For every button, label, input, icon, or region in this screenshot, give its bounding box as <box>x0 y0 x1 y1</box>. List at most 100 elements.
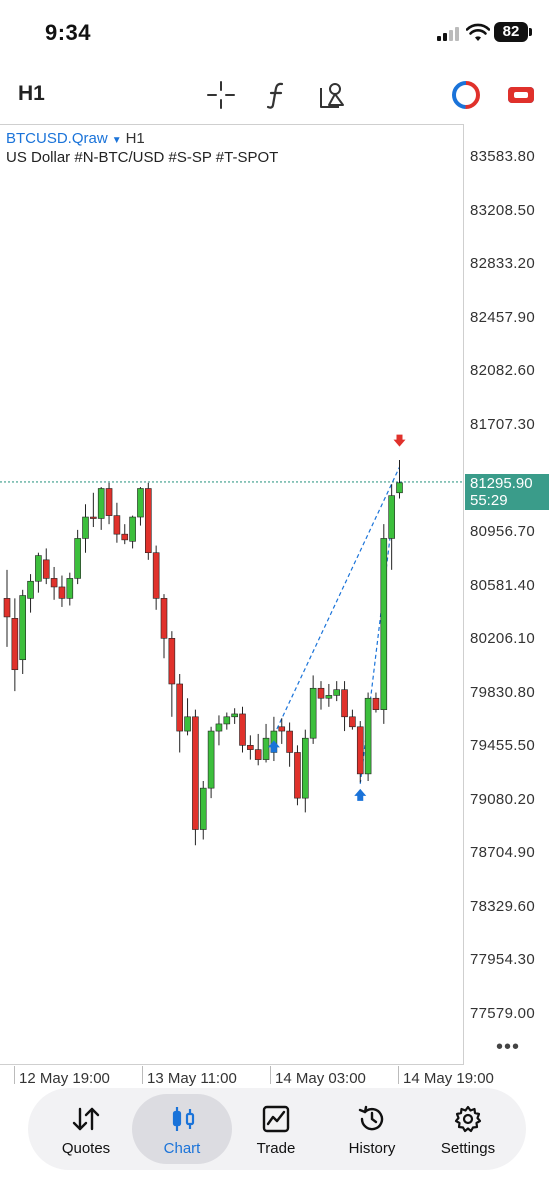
oneclick-trading-icon[interactable] <box>451 80 481 110</box>
symbol-dropdown-icon[interactable]: ▼ <box>112 135 122 146</box>
symbol-timeframe: H1 <box>125 130 145 147</box>
bull-candle <box>309 687 317 739</box>
price-chart[interactable] <box>0 124 464 1066</box>
bear-candle <box>239 713 246 746</box>
timeframe-button[interactable]: H1 <box>18 82 45 106</box>
account-toggle-icon[interactable] <box>506 80 536 110</box>
buy-arrow-icon <box>354 788 367 801</box>
bull-candle <box>333 689 341 696</box>
nav-history[interactable]: History <box>324 1088 420 1170</box>
crosshair-icon[interactable] <box>206 80 236 110</box>
nav-label: Trade <box>256 1140 296 1157</box>
bear-candle <box>317 687 325 699</box>
price-axis-label: 79455.50 <box>470 737 535 754</box>
price-axis-label: 80206.10 <box>470 630 535 647</box>
quotes-icon <box>72 1107 100 1131</box>
chart-icon <box>172 1107 195 1131</box>
nav-chart[interactable]: Chart <box>128 1088 232 1170</box>
bear-candle <box>294 752 301 799</box>
symbol-header[interactable]: BTCUSD.Qraw ▼ H1 <box>6 130 145 147</box>
bear-candle <box>11 618 19 671</box>
price-axis-label: 82082.60 <box>470 362 535 379</box>
bear-candle <box>286 730 293 753</box>
price-axis-label: 80956.70 <box>470 523 535 540</box>
time-axis-tick <box>398 1066 399 1084</box>
bull-candle <box>27 580 34 599</box>
bull-candle <box>19 595 27 661</box>
bear-candle <box>372 697 380 710</box>
time-axis-tick <box>142 1066 143 1084</box>
bull-candle <box>301 737 309 799</box>
nav-trade[interactable]: Trade <box>228 1088 324 1170</box>
price-axis-label: 79830.80 <box>470 684 535 701</box>
bull-candle <box>231 713 238 718</box>
bear-candle <box>278 726 286 732</box>
price-axis-label: 82457.90 <box>470 309 535 326</box>
bull-candle <box>325 695 333 699</box>
bear-candle <box>105 488 113 516</box>
bear-candle <box>254 749 262 760</box>
bull-candle <box>137 488 144 518</box>
bear-candle <box>341 689 348 718</box>
bull-candle <box>97 488 105 519</box>
time-axis-label: 14 May 19:00 <box>403 1070 494 1087</box>
trade-icon <box>262 1105 290 1133</box>
bear-candle <box>113 515 121 535</box>
bull-candle <box>35 555 42 582</box>
bear-candle <box>90 516 97 519</box>
bull-candle <box>215 723 223 732</box>
time-axis-tick <box>14 1066 15 1084</box>
time-axis-tick <box>270 1066 271 1084</box>
sell-arrow-icon <box>393 434 406 447</box>
bear-candle <box>356 726 364 775</box>
objects-icon[interactable] <box>318 80 348 110</box>
bull-candle <box>396 482 403 494</box>
bear-candle <box>160 598 168 639</box>
time-axis-label: 14 May 03:00 <box>275 1070 366 1087</box>
bull-candle <box>388 495 395 539</box>
bull-candle <box>129 516 136 542</box>
price-axis-label: 77579.00 <box>470 1005 535 1022</box>
price-axis-label: 78704.90 <box>470 844 535 861</box>
bear-candle <box>152 552 160 599</box>
price-axis-label: 79080.20 <box>470 791 535 808</box>
bull-candle <box>184 716 191 732</box>
bull-candle <box>199 787 207 830</box>
price-axis-label: 80581.40 <box>470 577 535 594</box>
price-axis-label: 77954.30 <box>470 951 535 968</box>
nav-quotes[interactable]: Quotes <box>38 1088 134 1170</box>
bottom-navigation: Quotes Chart Trade History Settings <box>28 1088 526 1170</box>
bull-candle <box>364 697 372 775</box>
more-options-icon[interactable]: ••• <box>496 1036 520 1059</box>
bull-candle <box>380 538 388 710</box>
bear-candle <box>145 488 152 554</box>
symbol-description: US Dollar #N-BTC/USD #S-SP #T-SPOT <box>6 149 279 166</box>
bear-candle <box>121 533 129 541</box>
bear-candle <box>50 578 58 588</box>
function-icon[interactable] <box>262 80 292 110</box>
price-axis-label: 78329.60 <box>470 898 535 915</box>
current-price: 81295.90 <box>470 475 533 492</box>
nav-settings[interactable]: Settings <box>420 1088 516 1170</box>
price-axis-label: 83583.80 <box>470 148 535 165</box>
bull-candle <box>223 716 231 725</box>
bear-candle <box>168 638 176 685</box>
history-icon <box>358 1105 384 1131</box>
nav-label: History <box>348 1140 396 1157</box>
bear-candle <box>247 745 254 750</box>
bar-countdown: 55:29 <box>470 492 508 509</box>
symbol-name[interactable]: BTCUSD.Qraw <box>6 130 108 147</box>
bear-candle <box>42 559 50 579</box>
time-axis-label: 12 May 19:00 <box>19 1070 110 1087</box>
nav-label: Settings <box>440 1140 496 1157</box>
bear-candle <box>192 716 199 830</box>
bear-candle <box>176 683 183 732</box>
bull-candle <box>66 578 74 599</box>
buy-arrow-icon <box>267 740 280 753</box>
status-bar: 9:34 82 <box>0 0 554 66</box>
current-price-tag: 81295.90 55:29 <box>465 474 549 510</box>
price-axis-label: 81707.30 <box>470 416 535 433</box>
bull-candle <box>262 737 270 760</box>
bear-candle <box>58 586 66 599</box>
cellular-signal-icon <box>437 27 463 41</box>
